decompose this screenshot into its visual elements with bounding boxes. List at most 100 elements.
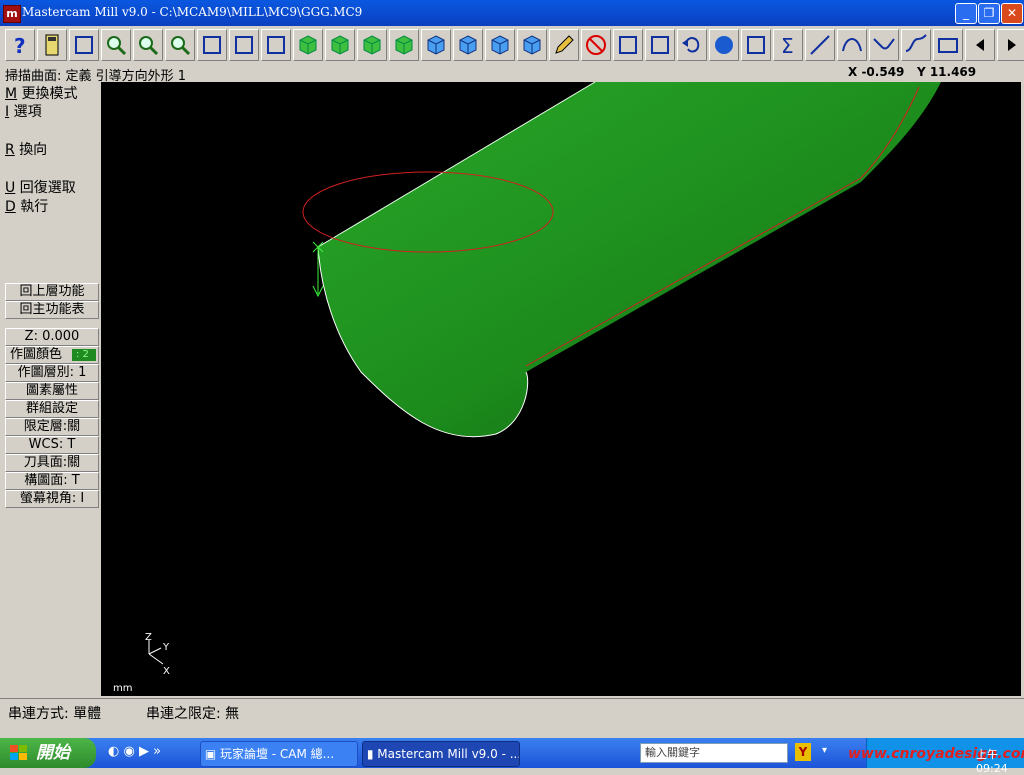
browser-icon: ▣ [201,747,220,761]
arc-icon [842,38,862,52]
undo-icon [682,37,700,53]
pencil-icon [555,35,574,54]
minimize-button[interactable]: _ [955,3,977,24]
y-label: Y [916,65,926,79]
task-mastercam[interactable]: ▮ Mastercam Mill v9.0 - ... [362,741,520,767]
view-front-icon [331,35,349,55]
axis-x-label: X [163,666,170,677]
color-button[interactable]: 作圖顏色 : 2 [5,346,99,364]
zoom-8-button[interactable] [165,29,195,61]
right-arrow-button[interactable] [997,29,1024,61]
rotate-button[interactable] [261,29,291,61]
view-top-button[interactable] [293,29,323,61]
view-side-button[interactable] [357,29,387,61]
pan-button[interactable] [197,29,227,61]
undo-button[interactable] [677,29,707,61]
help-icon: ? [14,34,26,57]
menu-item-unselect[interactable]: U 回復選取 [5,177,76,197]
pan-icon [203,36,221,54]
zoom-out-icon [139,36,159,56]
close-button[interactable]: ✕ [1001,3,1023,24]
transform-2-button[interactable] [645,29,675,61]
attributes-button[interactable]: 圖素屬性 [5,382,99,400]
axis-y-label: Y [163,642,170,653]
color-label: 作圖顏色 [10,347,63,362]
arc-button[interactable] [837,29,867,61]
rotate-icon [267,36,285,54]
cube-3-button[interactable] [485,29,515,61]
cube-3-icon [491,35,509,55]
x-value: -0.549 [861,65,905,79]
wcs-button[interactable]: WCS: T [5,436,99,454]
svg-text:?: ? [14,34,26,57]
quicklaunch-icons[interactable]: ◐ ◉ ▶ » [108,744,161,759]
left-arrow-icon [976,39,984,51]
sphere-button[interactable] [709,29,739,61]
zoom-window-icon [107,36,127,56]
view-front-button[interactable] [325,29,355,61]
color-swatch: : 2 [72,349,96,361]
group-button[interactable] [741,29,771,61]
units-label: mm [113,683,133,694]
transform-2-icon [651,36,669,54]
z-depth-button[interactable]: Z: 0.000 [5,328,99,346]
select-button[interactable] [229,29,259,61]
rectangle-icon [938,38,958,53]
level-button[interactable]: 作圖層別: 1 [5,364,99,382]
mastercam-task-icon: ▮ [363,747,378,761]
group-icon [747,36,765,54]
cube-4-button[interactable] [517,29,547,61]
search-input[interactable]: 輸入關鍵字 [640,743,788,763]
sphere-icon [715,36,733,54]
fillet-button[interactable] [869,29,899,61]
zoom-8-icon [171,36,191,56]
cube-2-icon [459,35,477,55]
view-top-icon [299,35,317,55]
zoom-out-button[interactable] [133,29,163,61]
y-value: 11.469 [929,65,977,79]
help-button[interactable]: ? [5,29,35,61]
left-arrow-button[interactable] [965,29,995,61]
graphics-viewport[interactable]: Z Y X mm [101,82,1021,696]
sigma-icon: Σ [781,34,794,57]
cube-2-button[interactable] [453,29,483,61]
spline-button[interactable] [901,29,931,61]
mask-button[interactable]: 限定層:關 [5,418,99,436]
task-forum[interactable]: ▣ 玩家論壇 - CAM 總... [200,741,358,767]
pointer-question-icon [75,36,93,54]
menu-item-done[interactable]: D 執行 [5,196,48,216]
main-menu-button[interactable]: 回主功能表 [5,301,99,319]
zoom-window-button[interactable] [101,29,131,61]
axis-indicator [148,640,164,665]
cube-1-icon [427,35,445,55]
restore-button[interactable]: ❐ [978,3,1000,24]
model-view [148,82,941,665]
tplane-button[interactable]: 刀具面:關 [5,454,99,472]
dropdown-icon[interactable]: ▾ [822,745,827,756]
pointer-question-button[interactable] [69,29,99,61]
title-bar: m Mastercam Mill v9.0 - C:\MCAM9\MILL\MC… [0,0,1024,26]
cplane-button[interactable]: 構圖面: T [5,472,99,490]
calculator-icon [45,34,59,56]
chain-limit: 串連之限定: 無 [146,706,240,722]
calculator-button[interactable] [37,29,67,61]
menu-item-change-mode[interactable]: M 更換模式 [5,83,78,103]
menu-item-options[interactable]: I 選項 [5,101,42,121]
cube-4-icon [523,35,541,55]
sigma-button[interactable]: Σ [773,29,803,61]
view-iso-button[interactable] [389,29,419,61]
group-button[interactable]: 群組設定 [5,400,99,418]
back-up-button[interactable]: 回上層功能 [5,283,99,301]
gview-button[interactable]: 螢幕視角: I [5,490,99,508]
yahoo-icon[interactable]: Y [795,743,811,761]
window-title: Mastercam Mill v9.0 - C:\MCAM9\MILL\MC9\… [22,5,363,19]
menu-item-reverse[interactable]: R 換向 [5,139,47,159]
delete-button[interactable] [581,29,611,61]
pencil-button[interactable] [549,29,579,61]
transform-1-button[interactable] [613,29,643,61]
windows-flag-icon [10,745,27,760]
rectangle-button[interactable] [933,29,963,61]
mastercam-icon[interactable]: m [3,5,21,23]
line-button[interactable] [805,29,835,61]
cube-1-button[interactable] [421,29,451,61]
